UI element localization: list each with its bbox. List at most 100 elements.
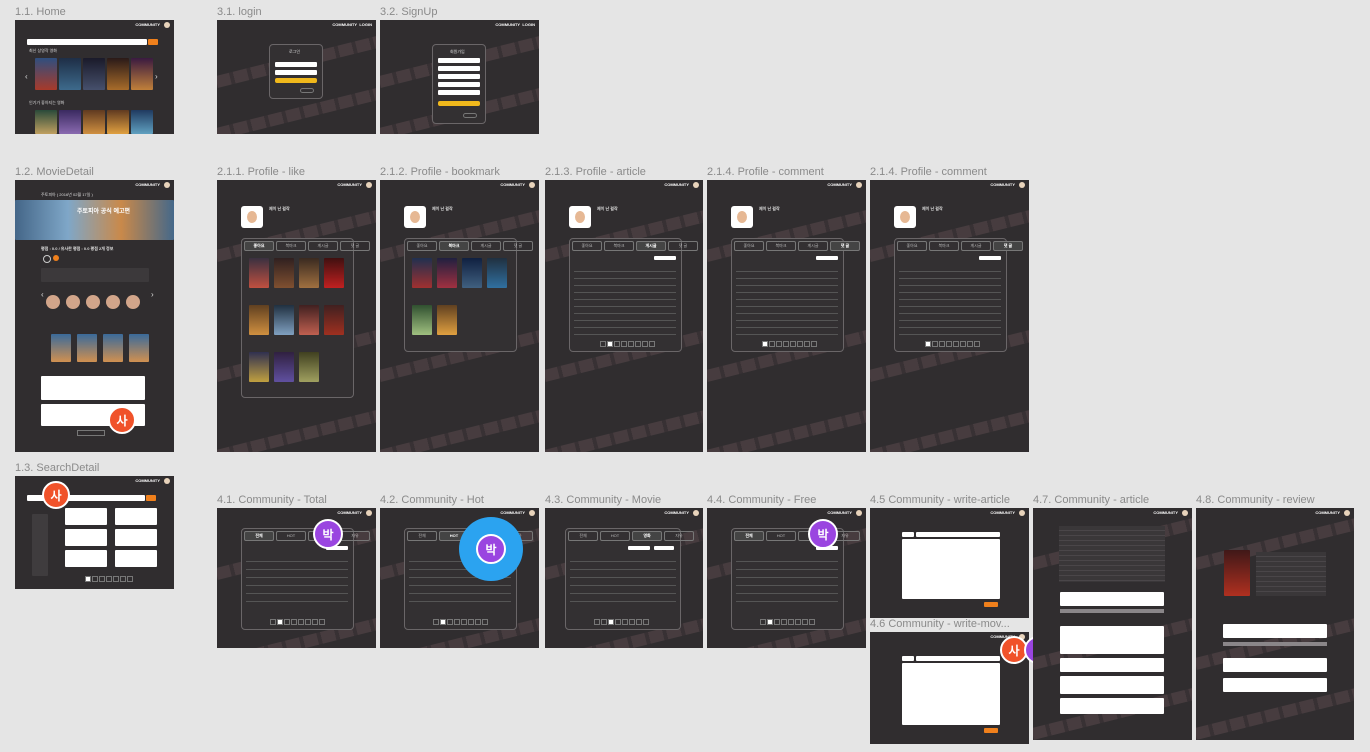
avatar-icon[interactable]	[693, 510, 699, 516]
community-review-frame[interactable]: COMMUNITY	[1196, 508, 1354, 740]
post-table[interactable]	[570, 554, 676, 604]
profile-like-frame[interactable]: COMMUNITY 제이 난 걸작 좋아요 북마크 게시글 댓 글	[217, 180, 376, 452]
avatar-icon[interactable]	[529, 182, 535, 188]
tab-bookmark[interactable]: 북마크	[276, 241, 306, 251]
community-link[interactable]: COMMUNITY	[1315, 510, 1340, 515]
movie-filter-select[interactable]	[628, 546, 650, 550]
search-result-card[interactable]	[65, 550, 107, 567]
search-input[interactable]	[27, 39, 147, 45]
login-frame[interactable]: COMMUNITY LOGIN 로그인	[217, 20, 376, 134]
tab-comment[interactable]: 댓 글	[993, 241, 1023, 251]
title-input[interactable]	[916, 532, 1000, 537]
review-card[interactable]	[41, 376, 145, 400]
pagination[interactable]	[270, 619, 325, 625]
profile-comment-frame-2[interactable]: COMMUNITY 제이 난 걸작 좋아요 북마크 게시글 댓 글	[870, 180, 1029, 452]
password-field[interactable]	[275, 70, 317, 75]
sort-select[interactable]	[654, 546, 674, 550]
liked-movie-poster[interactable]	[249, 352, 269, 382]
category-select[interactable]	[902, 532, 914, 537]
bookmarked-movie-poster[interactable]	[437, 305, 457, 335]
tab-comment[interactable]: 댓 글	[668, 241, 698, 251]
movie-poster[interactable]	[59, 110, 81, 134]
category-select[interactable]	[902, 656, 914, 661]
more-reviews-button[interactable]	[77, 430, 105, 436]
bookmarked-movie-poster[interactable]	[487, 258, 507, 288]
tab-total[interactable]: 전체	[568, 531, 598, 541]
comment-input[interactable]	[1060, 592, 1164, 606]
profile-article-frame[interactable]: COMMUNITY 제이 난 걸작 좋아요 북마크 게시글 댓 글	[545, 180, 703, 452]
community-link[interactable]: COMMUNITY	[664, 182, 689, 187]
back-button[interactable]	[463, 113, 477, 118]
community-link[interactable]: COMMUNITY	[135, 182, 160, 187]
tab-comment[interactable]: 댓 글	[830, 241, 860, 251]
community-movie-frame[interactable]: COMMUNITY 전체 HOT 영화 자유	[545, 508, 703, 648]
profile-tabs[interactable]: 좋아요 북마크 게시글 댓 글	[244, 241, 370, 251]
pagination[interactable]	[600, 341, 655, 347]
chevron-right-icon[interactable]: ›	[155, 72, 158, 81]
similar-movie-poster[interactable]	[51, 334, 71, 362]
similar-movie-poster[interactable]	[103, 334, 123, 362]
bookmarked-movie-poster[interactable]	[462, 258, 482, 288]
similar-movie-poster[interactable]	[77, 334, 97, 362]
liked-movie-poster[interactable]	[324, 305, 344, 335]
signup-field[interactable]	[438, 90, 480, 95]
movie-detail-frame[interactable]: COMMUNITY 주토피아 ( 2016년 02월 17일 ) 주토피아 공식…	[15, 180, 174, 452]
movie-poster[interactable]	[131, 110, 153, 134]
community-tabs[interactable]: 전체 HOT 영화 자유	[568, 531, 694, 541]
tab-hot[interactable]: HOT	[766, 531, 796, 541]
search-result-card[interactable]	[115, 529, 157, 546]
signup-button[interactable]	[438, 101, 480, 106]
pagination[interactable]	[925, 341, 980, 347]
community-link[interactable]: COMMUNITY	[1153, 510, 1178, 515]
liked-movie-poster[interactable]	[249, 258, 269, 288]
article-table[interactable]	[574, 265, 676, 337]
pagination[interactable]	[85, 576, 133, 582]
comment-table[interactable]	[899, 265, 1001, 337]
search-result-card[interactable]	[65, 508, 107, 525]
comment-submit-button[interactable]	[1223, 642, 1327, 646]
avatar-icon[interactable]	[366, 510, 372, 516]
search-result-card[interactable]	[65, 529, 107, 546]
tab-article[interactable]: 게시글	[308, 241, 338, 251]
comment-submit-button[interactable]	[1060, 609, 1164, 613]
search-result-card[interactable]	[115, 508, 157, 525]
tab-article[interactable]: 게시글	[961, 241, 991, 251]
like-icon[interactable]	[43, 255, 51, 263]
community-link[interactable]: COMMUNITY	[827, 510, 852, 515]
community-link[interactable]: COMMUNITY	[500, 182, 525, 187]
community-link[interactable]: COMMUNITY	[500, 510, 525, 515]
pagination[interactable]	[760, 619, 815, 625]
similar-movie-poster[interactable]	[129, 334, 149, 362]
community-link[interactable]: COMMUNITY	[990, 182, 1015, 187]
chevron-left-icon[interactable]: ‹	[41, 290, 44, 299]
chevron-left-icon[interactable]: ‹	[25, 72, 28, 81]
community-tabs[interactable]: 전체 HOT 영화 자유	[734, 531, 860, 541]
signup-field[interactable]	[438, 82, 480, 87]
avatar-icon[interactable]	[529, 510, 535, 516]
tab-bookmark[interactable]: 북마크	[929, 241, 959, 251]
avatar-icon[interactable]	[856, 182, 862, 188]
tab-free[interactable]: 자유	[664, 531, 694, 541]
liked-movie-poster[interactable]	[299, 352, 319, 382]
search-detail-frame[interactable]: COMMUNITY	[15, 476, 174, 589]
post-table[interactable]	[736, 554, 838, 604]
tab-like[interactable]: 좋아요	[897, 241, 927, 251]
avatar-icon[interactable]	[1182, 510, 1188, 516]
tab-bookmark[interactable]: 북마크	[439, 241, 469, 251]
search-result-card[interactable]	[115, 550, 157, 567]
liked-movie-poster[interactable]	[299, 305, 319, 335]
signup-field[interactable]	[438, 74, 480, 79]
avatar-icon[interactable]	[164, 182, 170, 188]
movie-poster[interactable]	[83, 110, 105, 134]
movie-poster[interactable]	[59, 58, 81, 90]
login-link[interactable]: LOGIN	[359, 22, 372, 27]
chevron-right-icon[interactable]: ›	[151, 290, 154, 299]
tab-like[interactable]: 좋아요	[572, 241, 602, 251]
tab-hot[interactable]: HOT	[276, 531, 306, 541]
tab-bookmark[interactable]: 북마크	[604, 241, 634, 251]
signup-link[interactable]	[300, 88, 314, 93]
bookmarked-movie-poster[interactable]	[412, 258, 432, 288]
avatar-icon[interactable]	[1019, 510, 1025, 516]
community-link[interactable]: COMMUNITY	[990, 510, 1015, 515]
login-button[interactable]	[275, 78, 317, 83]
